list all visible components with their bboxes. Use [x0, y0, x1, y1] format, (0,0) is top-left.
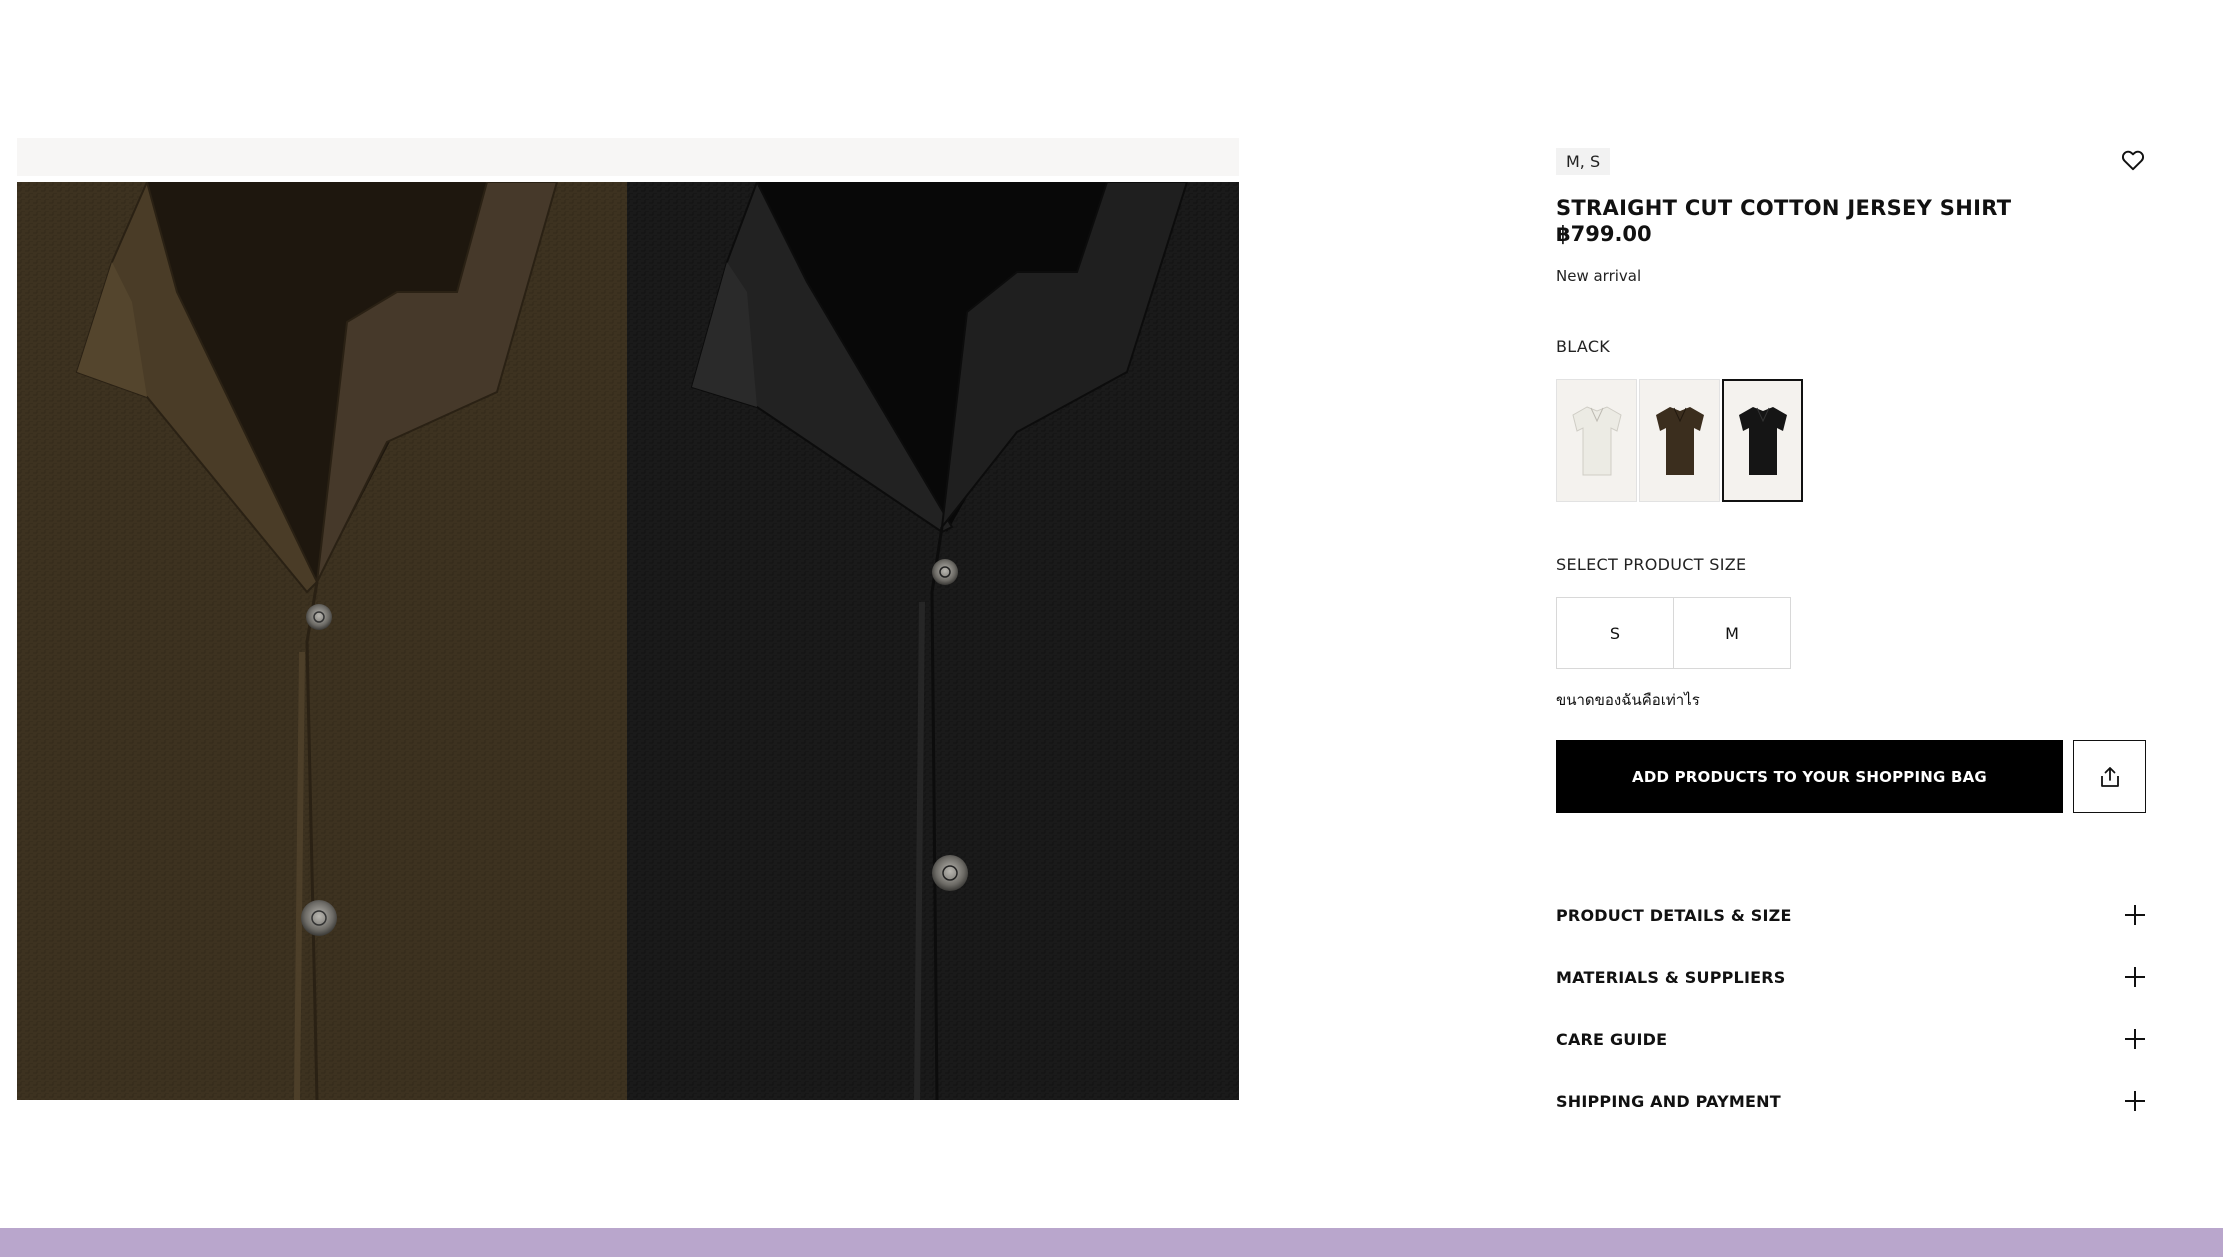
shirt-thumbnail-black: [1738, 406, 1787, 475]
color-swatch-brown[interactable]: [1639, 379, 1720, 502]
product-image[interactable]: [17, 182, 1239, 1100]
favorite-button[interactable]: [2120, 147, 2146, 173]
share-icon: [2100, 766, 2119, 787]
plus-icon: [2125, 967, 2145, 987]
accordion-label: SHIPPING AND PAYMENT: [1556, 1091, 1781, 1111]
available-sizes-tag: M, S: [1556, 148, 1611, 175]
size-guide-link[interactable]: ขนาดของฉันคือเท่าไร: [1556, 688, 1700, 712]
shirt-thumbnail-brown: [1655, 406, 1704, 475]
plus-icon: [2125, 1091, 2145, 1111]
accordion-label: MATERIALS & SUPPLIERS: [1556, 967, 1786, 987]
select-size-label: SELECT PRODUCT SIZE: [1556, 555, 1747, 574]
accordion-shipping[interactable]: SHIPPING AND PAYMENT: [1556, 1070, 2146, 1132]
add-to-bag-button[interactable]: ADD PRODUCTS TO YOUR SHOPPING BAG: [1556, 740, 2063, 813]
accordion-label: PRODUCT DETAILS & SIZE: [1556, 905, 1792, 925]
product-title: STRAIGHT CUT COTTON JERSEY SHIRT: [1556, 196, 2012, 220]
product-price: ฿799.00: [1556, 222, 1652, 246]
color-swatch-white[interactable]: [1556, 379, 1637, 502]
color-swatch-black[interactable]: [1722, 379, 1803, 502]
gallery-top-strip: [17, 138, 1239, 176]
share-button[interactable]: [2073, 740, 2146, 813]
plus-icon: [2125, 1029, 2145, 1049]
product-info-accordion: PRODUCT DETAILS & SIZE MATERIALS & SUPPL…: [1556, 884, 2146, 1132]
size-option-m[interactable]: M: [1673, 597, 1791, 669]
selected-color-label: BLACK: [1556, 337, 1611, 356]
footer-accent-bar: [0, 1228, 2223, 1257]
size-selector: S M: [1556, 597, 1791, 669]
color-swatches: [1556, 379, 1805, 502]
heart-icon: [2121, 150, 2145, 171]
shirt-thumbnail-white: [1571, 405, 1622, 475]
accordion-materials[interactable]: MATERIALS & SUPPLIERS: [1556, 946, 2146, 1008]
accordion-label: CARE GUIDE: [1556, 1029, 1668, 1049]
size-option-s[interactable]: S: [1556, 597, 1674, 669]
accordion-product-details[interactable]: PRODUCT DETAILS & SIZE: [1556, 884, 2146, 946]
product-panel: M, S STRAIGHT CUT COTTON JERSEY SHIRT ฿7…: [1556, 0, 2146, 1230]
new-arrival-badge: New arrival: [1556, 267, 1642, 285]
accordion-care-guide[interactable]: CARE GUIDE: [1556, 1008, 2146, 1070]
plus-icon: [2125, 905, 2145, 925]
